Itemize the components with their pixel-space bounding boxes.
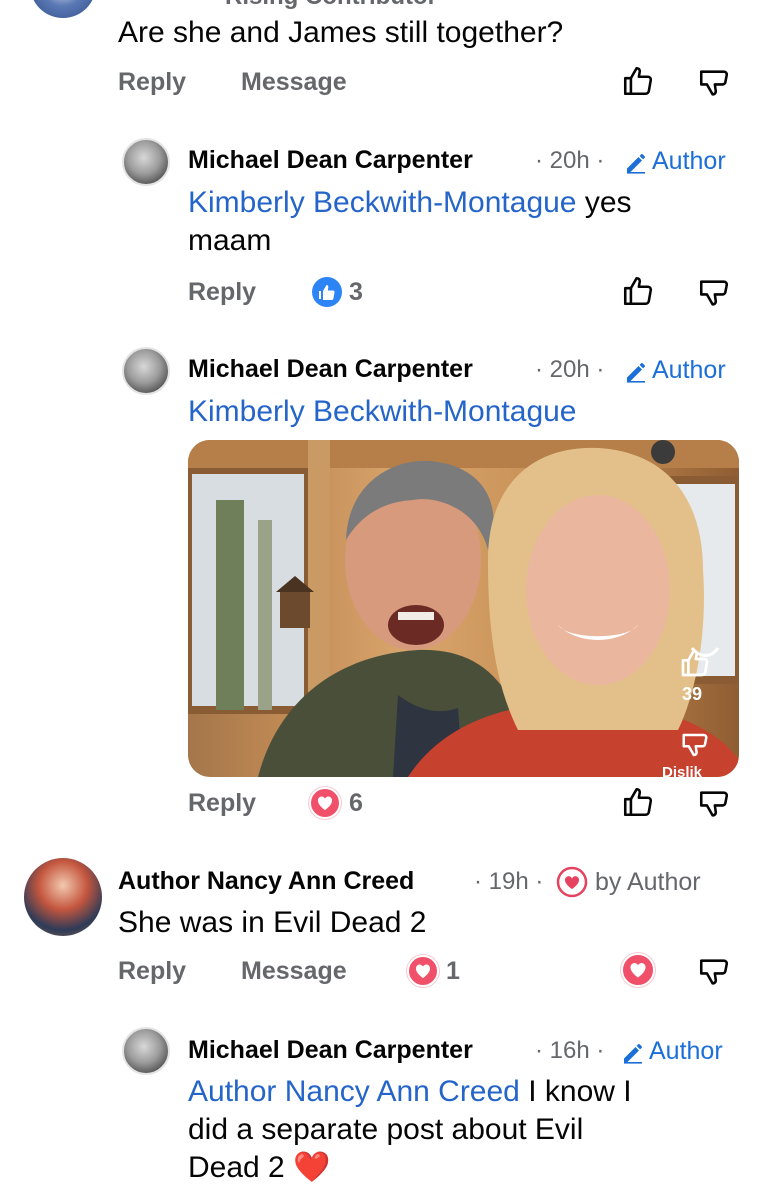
avatar[interactable] [122,347,170,395]
comment-text: She was in Evil Dead 2 [118,906,427,939]
thumbs-up-icon[interactable] [679,647,711,679]
thumbs-down-icon[interactable] [697,66,731,100]
mention-link[interactable]: Author Nancy Ann Creed [188,1075,520,1108]
pencil-icon [627,363,645,383]
photo-like-count: 39 [682,684,703,704]
comment-timestamp: · 16h · [535,1037,605,1064]
photo-scene [188,440,739,777]
reply-button[interactable]: Reply [118,957,186,986]
comment-text: Are she and James still together? [118,16,564,49]
heart-icon [556,866,588,898]
thumbs-up-icon[interactable] [621,274,655,308]
thumbs-up-icon[interactable] [621,785,655,819]
comment-timestamp: · 20h · [535,147,605,174]
thumbs-down-icon[interactable] [680,730,710,760]
message-button[interactable]: Message [241,957,347,986]
reaction-count[interactable]: 3 [349,278,363,307]
comment-timestamp: · 20h · [535,356,605,383]
avatar[interactable] [122,1027,170,1075]
avatar[interactable] [30,0,96,18]
comment-text: Kimberly Beckwith-Montague yes maam [188,186,632,257]
commenter-name[interactable]: Michael Dean Carpenter [188,355,473,384]
heart-emoji: ❤️ [293,1151,331,1184]
message-button[interactable]: Message [241,68,347,97]
author-badge: Author [652,356,726,384]
mention-link[interactable]: Kimberly Beckwith-Montague [188,395,577,428]
thumbs-down-icon[interactable] [697,276,731,310]
thumbs-down-icon[interactable] [697,787,731,821]
contributor-badge: Rising Contributor [225,0,437,11]
reaction-count[interactable]: 1 [446,957,460,986]
commenter-name[interactable]: Author Nancy Ann Creed [118,867,414,896]
reply-button[interactable]: Reply [118,68,186,97]
avatar[interactable] [122,138,170,186]
pencil-icon [627,154,645,174]
mention-link[interactable]: Kimberly Beckwith-Montague [188,186,577,219]
heart-icon[interactable] [407,955,439,987]
thumbs-up-icon[interactable] [621,64,655,98]
author-badge: Author [652,147,726,175]
pencil-icon [624,1044,642,1064]
like-reaction-icon[interactable] [312,277,342,307]
by-author-badge: by Author [595,868,701,896]
comment-text: Kimberly Beckwith-Montague [188,393,577,431]
heart-react-button[interactable] [621,953,655,987]
reply-button[interactable]: Reply [188,278,256,307]
avatar[interactable] [24,858,102,936]
photo-dislike-label: Dislik [662,764,703,777]
reaction-count[interactable]: 6 [349,789,363,818]
thumbs-down-icon[interactable] [697,955,731,989]
comment-text: Author Nancy Ann Creed I know I did a se… [188,1075,632,1184]
reply-button[interactable]: Reply [188,789,256,818]
comment-timestamp: · 19h · [474,868,544,895]
commenter-name[interactable]: Michael Dean Carpenter [188,1036,473,1065]
comment-photo[interactable]: 39 Dislik [188,440,739,777]
heart-icon[interactable] [309,787,341,819]
commenter-name[interactable]: Michael Dean Carpenter [188,146,473,175]
author-badge: Author [649,1037,723,1065]
